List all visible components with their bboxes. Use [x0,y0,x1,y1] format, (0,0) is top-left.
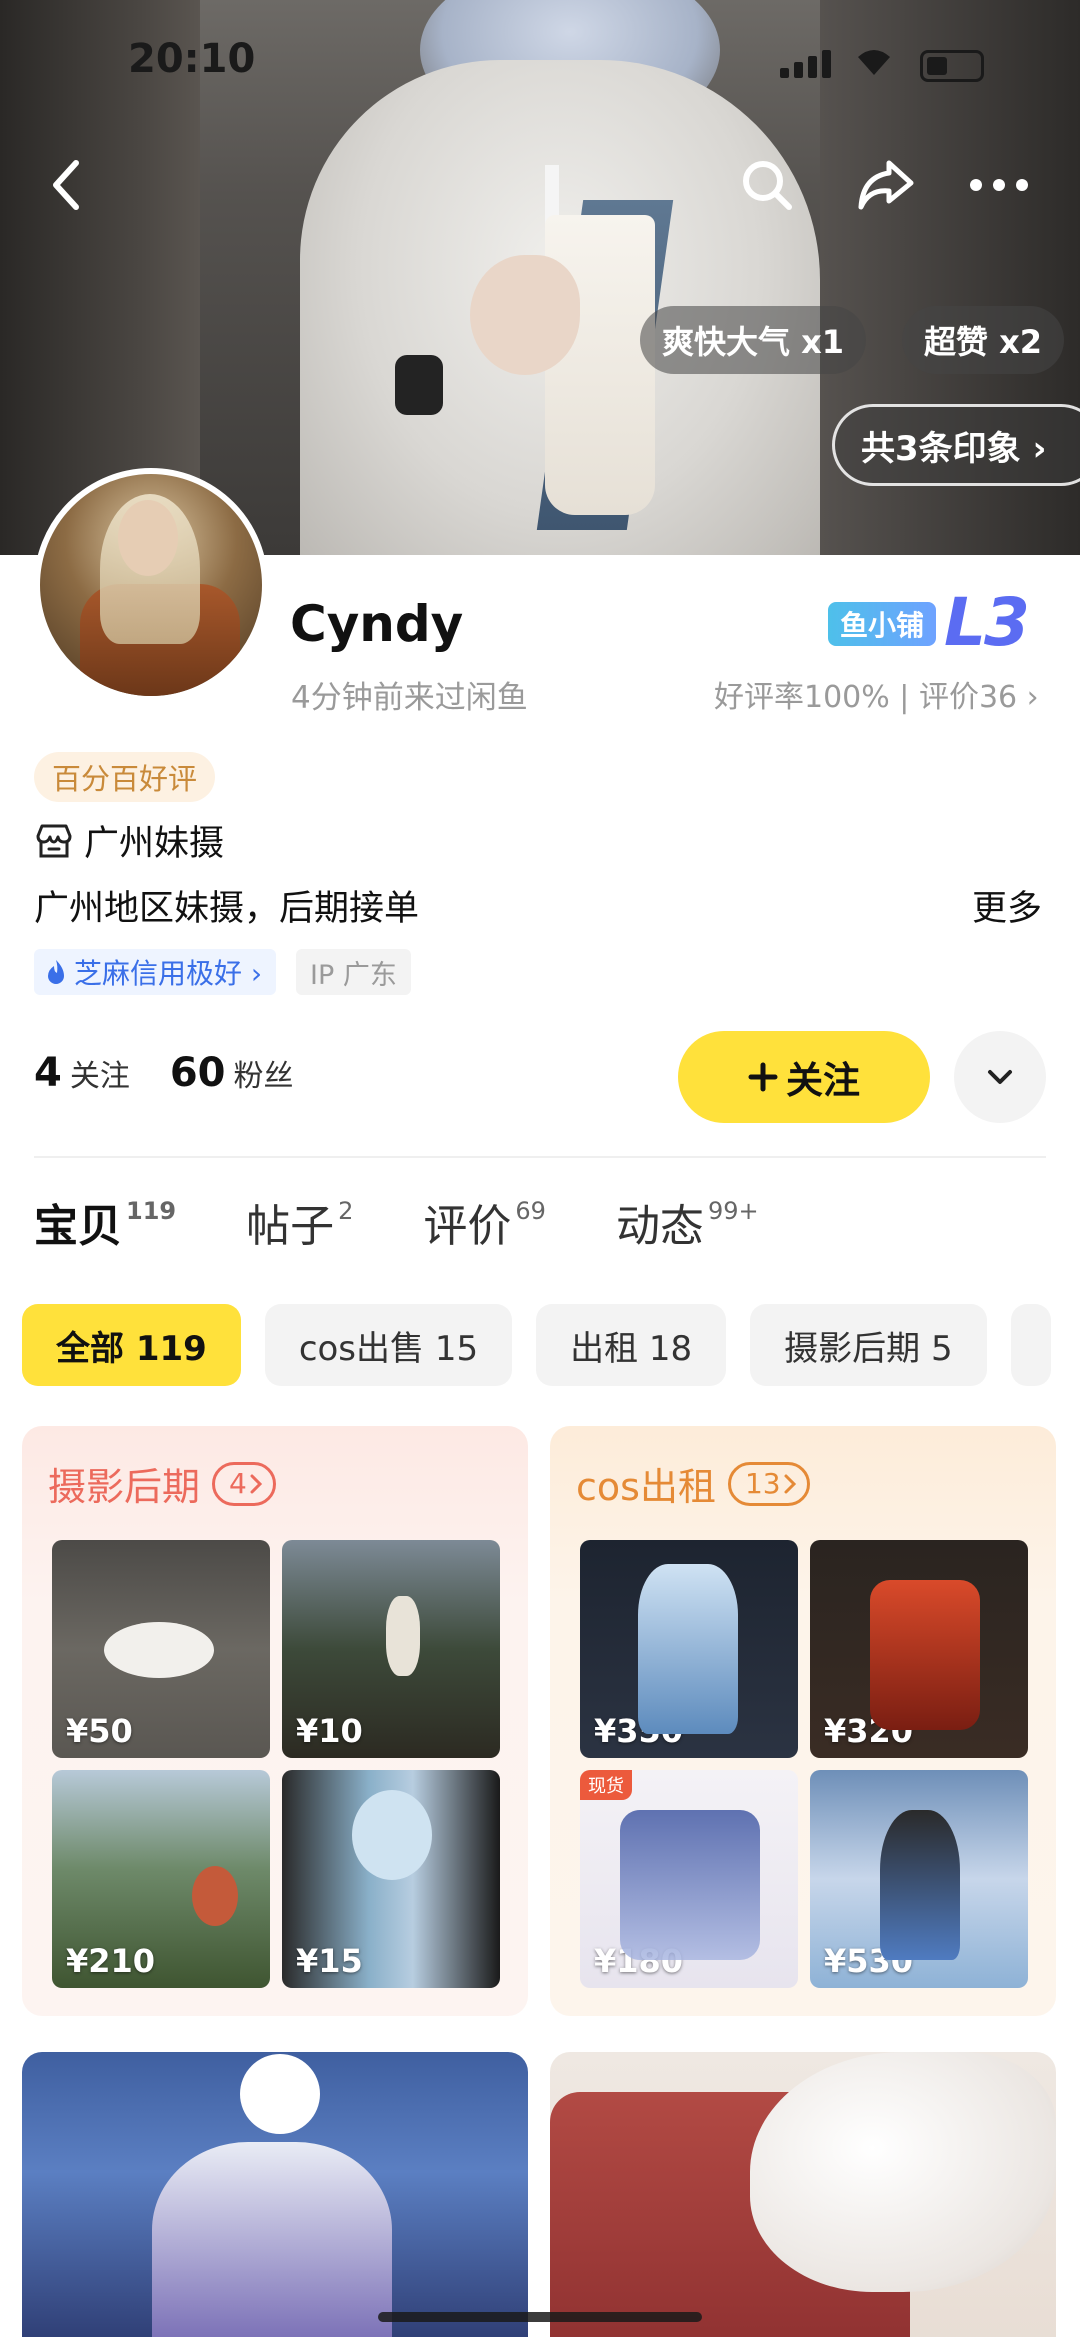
price: ¥180 [594,1942,684,1980]
product-card[interactable] [22,2052,528,2337]
flame-icon [48,960,64,984]
follow-button[interactable]: 关注 [678,1031,930,1123]
status-time: 20:10 [128,36,256,82]
ellipsis-icon [970,179,1028,191]
wifi-icon [855,46,893,86]
followers-label[interactable]: 粉丝 [234,1051,294,1095]
chevron-right-icon [250,1474,262,1493]
store-name: 广州妹摄 [84,824,225,864]
category-card-cos-rental[interactable]: cos出租 13 ¥350 ¥320 现货 ¥180 ¥530 [550,1426,1056,2016]
filter-more[interactable] [1010,1304,1051,1386]
shop-badge[interactable]: 鱼小铺 [828,602,937,646]
chevron-down-icon [988,1070,1012,1084]
shop-level[interactable]: L3 [944,584,1030,661]
credit-label: 芝麻信用极好 › [74,957,263,990]
price: ¥15 [296,1942,363,1980]
filter-rental[interactable]: 出租 18 [536,1304,727,1386]
tab-reviews[interactable]: 评价 69 [423,1190,546,1254]
category-count[interactable]: 4 [212,1461,276,1506]
search-button[interactable] [735,150,799,220]
chevron-left-icon [53,160,79,210]
battery-icon [920,50,984,82]
followers-count[interactable]: 60 [170,1050,226,1096]
in-stock-tag: 现货 [580,1770,632,1800]
signal-icon [780,50,831,78]
good-review-tag: 百分百好评 [34,752,216,802]
product-thumbnail[interactable]: ¥10 [282,1540,500,1758]
price: ¥530 [824,1942,914,1980]
product-thumbnail[interactable]: ¥15 [282,1770,500,1988]
ip-location-tag: IP 广东 [296,949,411,995]
category-count[interactable]: 13 [727,1461,810,1506]
follow-stats: 4 关注 60 粉丝 [34,1050,326,1096]
home-indicator[interactable] [378,2312,702,2322]
filter-cos-sale[interactable]: cos出售 15 [264,1304,513,1386]
product-thumbnail[interactable]: ¥350 [580,1540,798,1758]
chevron-right-icon [784,1474,796,1493]
impressions-link[interactable]: 共3条印象 › [832,404,1080,486]
store-line[interactable]: 广州妹摄 [34,815,224,866]
tab-activity[interactable]: 动态 99+ [616,1190,759,1254]
price: ¥350 [594,1712,684,1750]
divider [34,1156,1046,1158]
price: ¥10 [296,1712,363,1750]
category-title: cos出租 [576,1465,716,1509]
more-options-button[interactable] [964,150,1034,220]
share-icon [858,160,914,210]
plus-icon [748,1062,778,1092]
tab-items[interactable]: 宝贝 119 [34,1190,176,1254]
store-icon [36,824,72,857]
back-button[interactable] [36,150,96,220]
product-thumbnail[interactable]: ¥50 [52,1540,270,1758]
last-seen-text: 4分钟前来过闲鱼 [291,680,528,716]
following-count[interactable]: 4 [34,1050,62,1096]
filter-all[interactable]: 全部 119 [22,1304,241,1386]
filter-photo-editing[interactable]: 摄影后期 5 [750,1304,987,1386]
rating-link[interactable]: 好评率100% | 评价36 › [714,672,1039,716]
product-thumbnail[interactable]: ¥530 [810,1770,1028,1988]
search-icon [743,161,792,210]
status-bar: 20:10 [0,36,1080,96]
impression-chip[interactable]: 超赞 x2 [902,306,1065,374]
product-thumbnail[interactable]: ¥210 [52,1770,270,1988]
product-card[interactable] [550,2052,1056,2337]
share-button[interactable] [852,150,918,220]
expand-button[interactable] [954,1031,1046,1123]
user-name: Cyndy [290,595,464,653]
follow-button-label: 关注 [786,1059,860,1102]
product-thumbnail[interactable]: 现货 ¥180 [580,1770,798,1988]
bio-text: 广州地区妹摄，后期接单 [34,889,420,929]
credit-tag[interactable]: 芝麻信用极好 › [34,949,277,995]
category-card-photo-editing[interactable]: 摄影后期 4 ¥50 ¥10 ¥210 ¥15 [22,1426,528,2016]
content-tabs: 宝贝 119 帖子 2 评价 69 动态 99+ [34,1190,759,1254]
price: ¥320 [824,1712,914,1750]
price: ¥210 [66,1942,156,1980]
filter-chips: 全部 119 cos出售 15 出租 18 摄影后期 5 [22,1304,1051,1386]
impression-chip[interactable]: 爽快大气 x1 [640,306,867,374]
following-label[interactable]: 关注 [70,1051,130,1095]
tab-posts[interactable]: 帖子 2 [246,1190,353,1254]
product-thumbnail[interactable]: ¥320 [810,1540,1028,1758]
avatar[interactable] [34,468,268,702]
price: ¥50 [66,1712,133,1750]
category-title: 摄影后期 [48,1465,201,1509]
more-link[interactable]: 更多 [972,880,1042,931]
